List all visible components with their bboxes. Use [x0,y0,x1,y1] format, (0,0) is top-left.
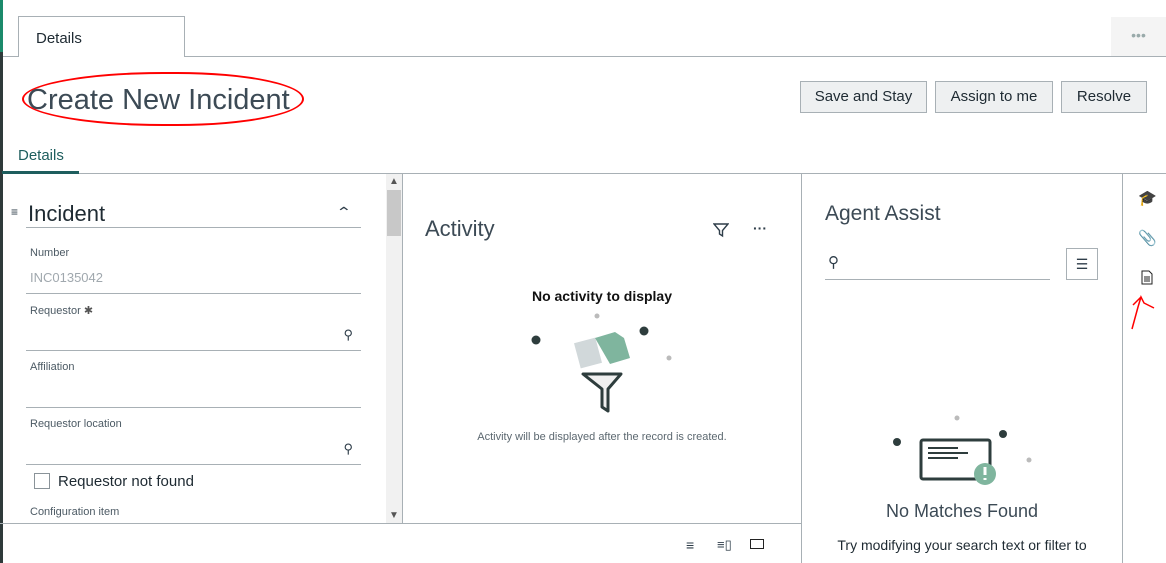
required-icon: ✱ [83,305,94,317]
requestor-location-field[interactable]: Requestor location ⚲ [26,408,361,465]
red-annotation-arrow [1131,294,1155,330]
tab-details[interactable]: Details [18,147,64,164]
no-matches-title: No Matches Found [885,501,1039,521]
search-icon: ⚲ [828,254,839,271]
configuration-item-label: Configuration item [30,506,120,518]
save-and-stay-button[interactable]: Save and Stay [800,81,927,113]
divider [1122,174,1123,563]
divider [402,174,403,523]
no-matches-text: Try modifying your search text or filter… [837,537,1087,553]
resolve-button[interactable]: Resolve [1061,81,1147,113]
activity-empty-title: No activity to display [531,288,673,304]
list-view-icon[interactable]: ≡ [686,537,694,553]
search-icon[interactable]: ⚲ [343,441,353,457]
single-view-icon[interactable] [750,539,764,549]
split-view-icon[interactable]: ≡▯ [717,537,732,553]
filter-settings-button[interactable]: ☰ [1066,248,1098,280]
drag-handle-icon[interactable]: ≡ [11,205,18,219]
incident-form: ≡ Incident ⌃ Number INC0135042 Requestor… [3,174,386,523]
no-matches-illustration [893,415,1032,485]
more-options-button[interactable]: ••• [1111,17,1166,56]
scroll-thumb[interactable] [387,190,401,236]
empty-activity-illustration [531,313,672,413]
section-divider [26,174,361,228]
activity-title: Activity [425,216,495,241]
document-icon[interactable] [1141,270,1153,285]
number-field[interactable]: Number INC0135042 [26,228,361,294]
sliders-icon: ☰ [1075,256,1089,272]
paperclip-icon[interactable]: 📎 [1138,229,1157,247]
tab-details-top[interactable]: Details [18,16,185,57]
filter-icon[interactable] [713,222,729,238]
requestor-field[interactable]: Requestor ✱ ⚲ [26,294,361,351]
divider [0,523,802,524]
page-title: Create New Incident [27,84,290,116]
number-label: Number [30,247,70,259]
assign-to-me-button[interactable]: Assign to me [935,81,1053,113]
requestor-location-label: Requestor location [30,418,122,430]
form-scrollbar[interactable]: ▲ ▼ [386,174,402,523]
number-value: INC0135042 [30,270,103,285]
scroll-up-icon[interactable]: ▲ [386,176,402,187]
checkbox-label: Requestor not found [58,473,194,490]
scroll-down-icon[interactable]: ▼ [386,510,402,521]
requestor-not-found-checkbox[interactable] [34,473,50,489]
agent-assist-title: Agent Assist [825,202,941,225]
activity-empty-text: Activity will be displayed after the rec… [477,431,727,443]
more-options-icon[interactable]: ··· [753,220,767,236]
search-icon[interactable]: ⚲ [343,327,353,343]
affiliation-label: Affiliation [30,361,75,373]
graduation-cap-icon[interactable]: 🎓 [1138,189,1157,207]
affiliation-field[interactable]: Affiliation [26,351,361,408]
agent-assist-search-input[interactable]: ⚲ [825,250,1050,280]
requestor-label: Requestor [30,305,81,317]
